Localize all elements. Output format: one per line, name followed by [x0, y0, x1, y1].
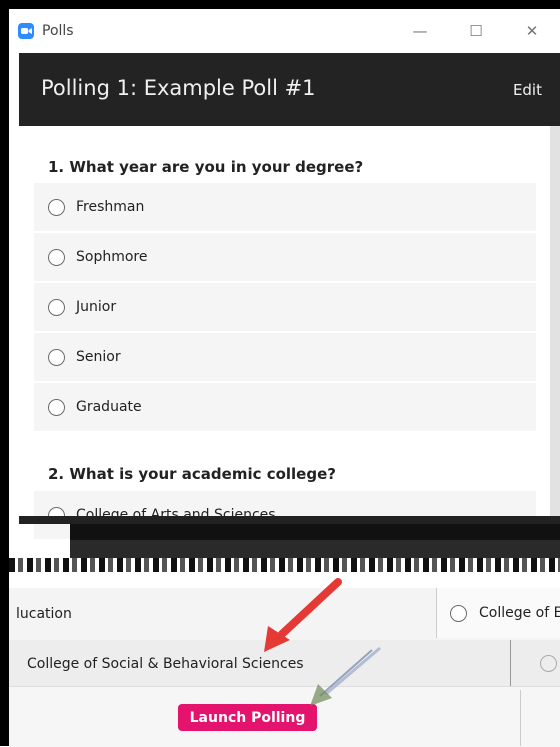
window-titlebar: Polls — ☐ ✕	[9, 9, 560, 53]
zoom-camera-icon	[18, 23, 34, 39]
maximize-icon[interactable]: ☐	[448, 9, 504, 53]
option-sophmore[interactable]: Sophmore	[34, 233, 536, 281]
divider	[510, 640, 511, 686]
poll-header: Polling 1: Example Poll #1 Edit	[19, 53, 560, 126]
option-junior[interactable]: Junior	[34, 283, 536, 331]
window-title: Polls	[42, 23, 74, 39]
poll-title: Polling 1: Example Poll #1	[41, 76, 316, 100]
question-2-label: 2. What is your academic college?	[48, 465, 336, 483]
render-artifact	[70, 540, 560, 558]
edit-button[interactable]: Edit	[513, 81, 542, 99]
launch-polling-button[interactable]: Launch Polling	[178, 704, 317, 731]
option-graduate[interactable]: Graduate	[34, 383, 536, 431]
radio-button[interactable]	[540, 655, 557, 672]
divider	[520, 690, 521, 746]
minimize-icon[interactable]: —	[392, 9, 448, 53]
render-artifact	[19, 516, 560, 524]
close-icon[interactable]: ✕	[504, 9, 560, 53]
option-label: Graduate	[76, 399, 142, 415]
radio-button[interactable]	[48, 348, 65, 366]
option-fragment-college-of-education: College of Ed	[479, 605, 560, 621]
option-label: Senior	[76, 349, 121, 365]
vertical-scrollbar[interactable]	[550, 126, 560, 560]
radio-button[interactable]	[48, 198, 65, 216]
radio-button[interactable]	[48, 398, 65, 416]
option-freshman[interactable]: Freshman	[34, 183, 536, 231]
radio-button[interactable]	[48, 298, 65, 316]
option-senior[interactable]: Senior	[34, 333, 536, 381]
window-controls: — ☐ ✕	[392, 9, 560, 53]
option-label: Freshman	[76, 199, 145, 215]
render-artifact	[70, 524, 560, 540]
question-1-label: 1. What year are you in your degree?	[48, 158, 364, 176]
option-label: College of Social & Behavioral Sciences	[27, 656, 304, 672]
radio-button[interactable]	[48, 248, 65, 266]
radio-button[interactable]	[450, 605, 467, 622]
option-label: Sophmore	[76, 249, 148, 265]
option-fragment-education: lucation	[16, 606, 72, 622]
poll-content: 1. What year are you in your degree? Fre…	[19, 126, 550, 560]
render-artifact	[9, 558, 560, 572]
option-label: Junior	[76, 299, 117, 315]
